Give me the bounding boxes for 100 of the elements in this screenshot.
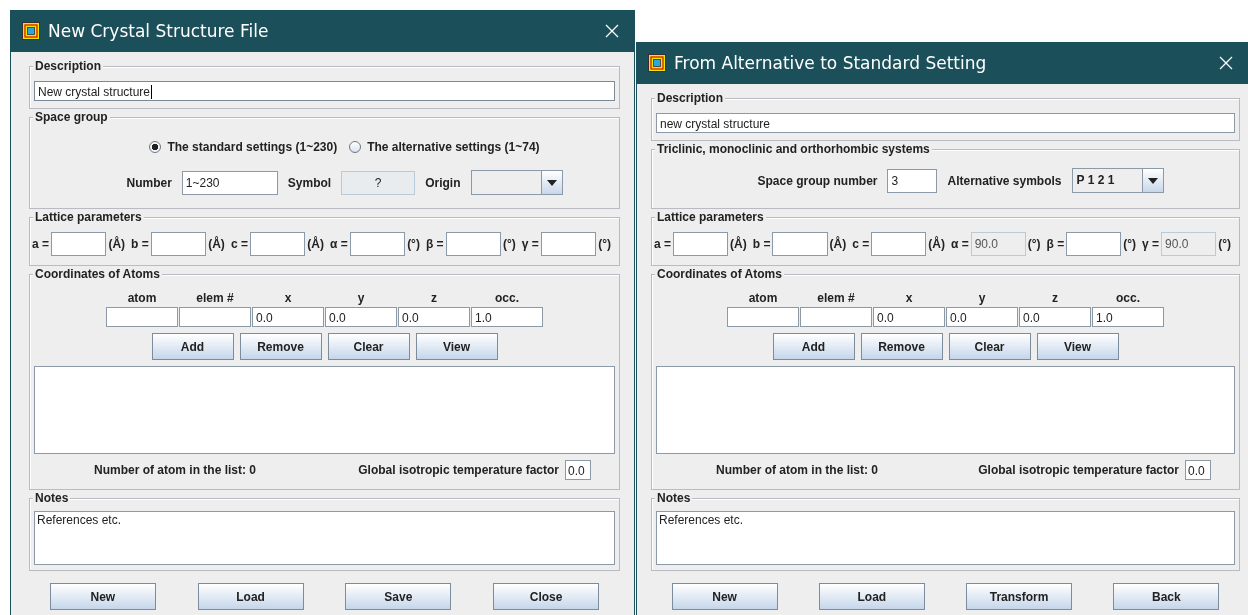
column-header: y bbox=[977, 290, 987, 307]
column-header: elem # bbox=[195, 290, 235, 307]
action-button[interactable]: Clear bbox=[327, 333, 410, 360]
unit-label: (°) bbox=[1218, 237, 1231, 251]
input-field[interactable] bbox=[871, 232, 927, 256]
field-label: Origin bbox=[425, 175, 461, 190]
column-header: x bbox=[904, 290, 914, 307]
column-header: occ. bbox=[1115, 290, 1141, 307]
input-field[interactable] bbox=[179, 307, 251, 327]
action-button[interactable]: View bbox=[415, 333, 498, 360]
column-header: z bbox=[1051, 290, 1059, 307]
close-icon bbox=[1219, 56, 1233, 70]
atom-count-label: Number of atom in the list: 0 bbox=[94, 463, 257, 477]
column-header: elem # bbox=[816, 290, 856, 307]
window-title: New Crystal Structure File bbox=[48, 21, 270, 41]
input-field[interactable] bbox=[727, 307, 799, 327]
input-field[interactable]: 1.0 bbox=[471, 307, 543, 327]
group-label: Triclinic, monoclinic and orthorhombic systems bbox=[655, 142, 932, 156]
dropdown[interactable]: P 1 2 1 bbox=[1071, 168, 1164, 193]
unit-label: (Å) bbox=[730, 237, 747, 251]
parameter-label: γ = bbox=[1142, 237, 1160, 251]
dialog-button[interactable]: Close bbox=[493, 583, 600, 610]
app-icon bbox=[648, 54, 666, 72]
description-field[interactable]: new crystal structure bbox=[656, 113, 1235, 133]
action-button[interactable]: View bbox=[1036, 333, 1119, 360]
input-field[interactable]: 0.0 bbox=[873, 307, 945, 327]
notes-area[interactable]: References etc. bbox=[656, 511, 1235, 565]
action-button[interactable]: Remove bbox=[239, 333, 322, 360]
caret-down-icon bbox=[546, 179, 557, 186]
dialog-button[interactable]: New bbox=[671, 583, 778, 610]
readonly-field[interactable]: ? bbox=[341, 170, 416, 195]
group-label: Lattice parameters bbox=[33, 210, 144, 224]
temperature-factor-field[interactable]: 0.0 bbox=[565, 460, 591, 480]
parameter-label: b = bbox=[131, 237, 149, 251]
parameter-label: α = bbox=[950, 237, 969, 251]
notes-area[interactable]: References etc. bbox=[34, 511, 615, 565]
app-icon bbox=[22, 22, 40, 40]
atom-list[interactable] bbox=[34, 366, 615, 454]
input-field[interactable] bbox=[673, 232, 729, 256]
input-field[interactable] bbox=[772, 232, 828, 256]
radio-button[interactable] bbox=[349, 141, 362, 153]
input-field[interactable] bbox=[540, 232, 597, 256]
radio-label[interactable]: The alternative settings (1~74) bbox=[367, 140, 540, 154]
temperature-factor-field[interactable]: 0.0 bbox=[1185, 460, 1211, 480]
input-field[interactable]: 0.0 bbox=[1019, 307, 1091, 327]
dialog-button[interactable]: Load bbox=[197, 583, 304, 610]
input-field[interactable] bbox=[249, 232, 306, 256]
unit-label: (Å) bbox=[108, 237, 126, 251]
field-label: Alternative symbols bbox=[947, 173, 1062, 188]
field-label: Space group number bbox=[757, 173, 878, 188]
action-button[interactable]: Add bbox=[772, 333, 855, 360]
group-label: Lattice parameters bbox=[655, 210, 766, 224]
input-field[interactable] bbox=[445, 232, 501, 256]
input-field[interactable]: 0.0 bbox=[946, 307, 1018, 327]
input-field[interactable] bbox=[106, 307, 178, 327]
dialog-button[interactable]: Back bbox=[1113, 583, 1220, 610]
group-label: Notes bbox=[33, 491, 71, 505]
action-button[interactable]: Remove bbox=[860, 333, 943, 360]
unit-label: (°) bbox=[598, 237, 612, 251]
action-button[interactable]: Add bbox=[151, 333, 234, 360]
parameter-label: c = bbox=[230, 237, 248, 251]
input-field[interactable]: 1.0 bbox=[1092, 307, 1164, 327]
window-title: From Alternative to Standard Setting bbox=[674, 53, 988, 73]
input-field[interactable]: 0.0 bbox=[252, 307, 324, 327]
parameter-label: α = bbox=[330, 237, 348, 251]
radio-button[interactable] bbox=[149, 141, 162, 153]
atom-list[interactable] bbox=[656, 366, 1235, 454]
description-field[interactable]: New crystal structure bbox=[34, 81, 615, 101]
input-field[interactable] bbox=[800, 307, 872, 327]
group-label: Coordinates of Atoms bbox=[655, 267, 784, 281]
unit-label: (Å) bbox=[307, 237, 324, 251]
dialog-button[interactable]: Load bbox=[818, 583, 925, 610]
group-label: Space group bbox=[33, 110, 110, 124]
dialog-button[interactable]: New bbox=[49, 583, 156, 610]
radio-label[interactable]: The standard settings (1~230) bbox=[167, 140, 338, 154]
input-field[interactable] bbox=[150, 232, 207, 256]
action-button[interactable]: Clear bbox=[948, 333, 1031, 360]
field-label: Global isotropic temperature factor bbox=[358, 463, 559, 477]
atom-count-label: Number of atom in the list: 0 bbox=[716, 463, 879, 477]
parameter-label: γ = bbox=[521, 237, 539, 251]
caret-down-icon bbox=[1147, 177, 1158, 184]
input-field[interactable]: 0.0 bbox=[398, 307, 470, 327]
parameter-label: β = bbox=[425, 237, 444, 251]
input-field[interactable] bbox=[1066, 232, 1122, 256]
input-field[interactable] bbox=[349, 232, 406, 256]
input-field[interactable]: 3 bbox=[887, 168, 938, 193]
column-header: atom bbox=[126, 290, 158, 307]
input-field[interactable]: 1~230 bbox=[181, 170, 278, 195]
field-label: Number bbox=[126, 175, 172, 190]
field-label: Symbol bbox=[287, 175, 332, 190]
unit-label: (°) bbox=[1123, 237, 1137, 251]
input-field[interactable]: 0.0 bbox=[325, 307, 397, 327]
group-label: Description bbox=[655, 91, 725, 105]
dialog-button[interactable]: Transform bbox=[966, 583, 1073, 610]
dialog-button[interactable]: Save bbox=[345, 583, 452, 610]
parameter-label: a = bbox=[654, 237, 671, 251]
parameter-label: b = bbox=[752, 237, 771, 251]
input-field[interactable] bbox=[51, 232, 107, 256]
parameter-label: c = bbox=[852, 237, 870, 251]
dropdown[interactable] bbox=[470, 170, 563, 195]
